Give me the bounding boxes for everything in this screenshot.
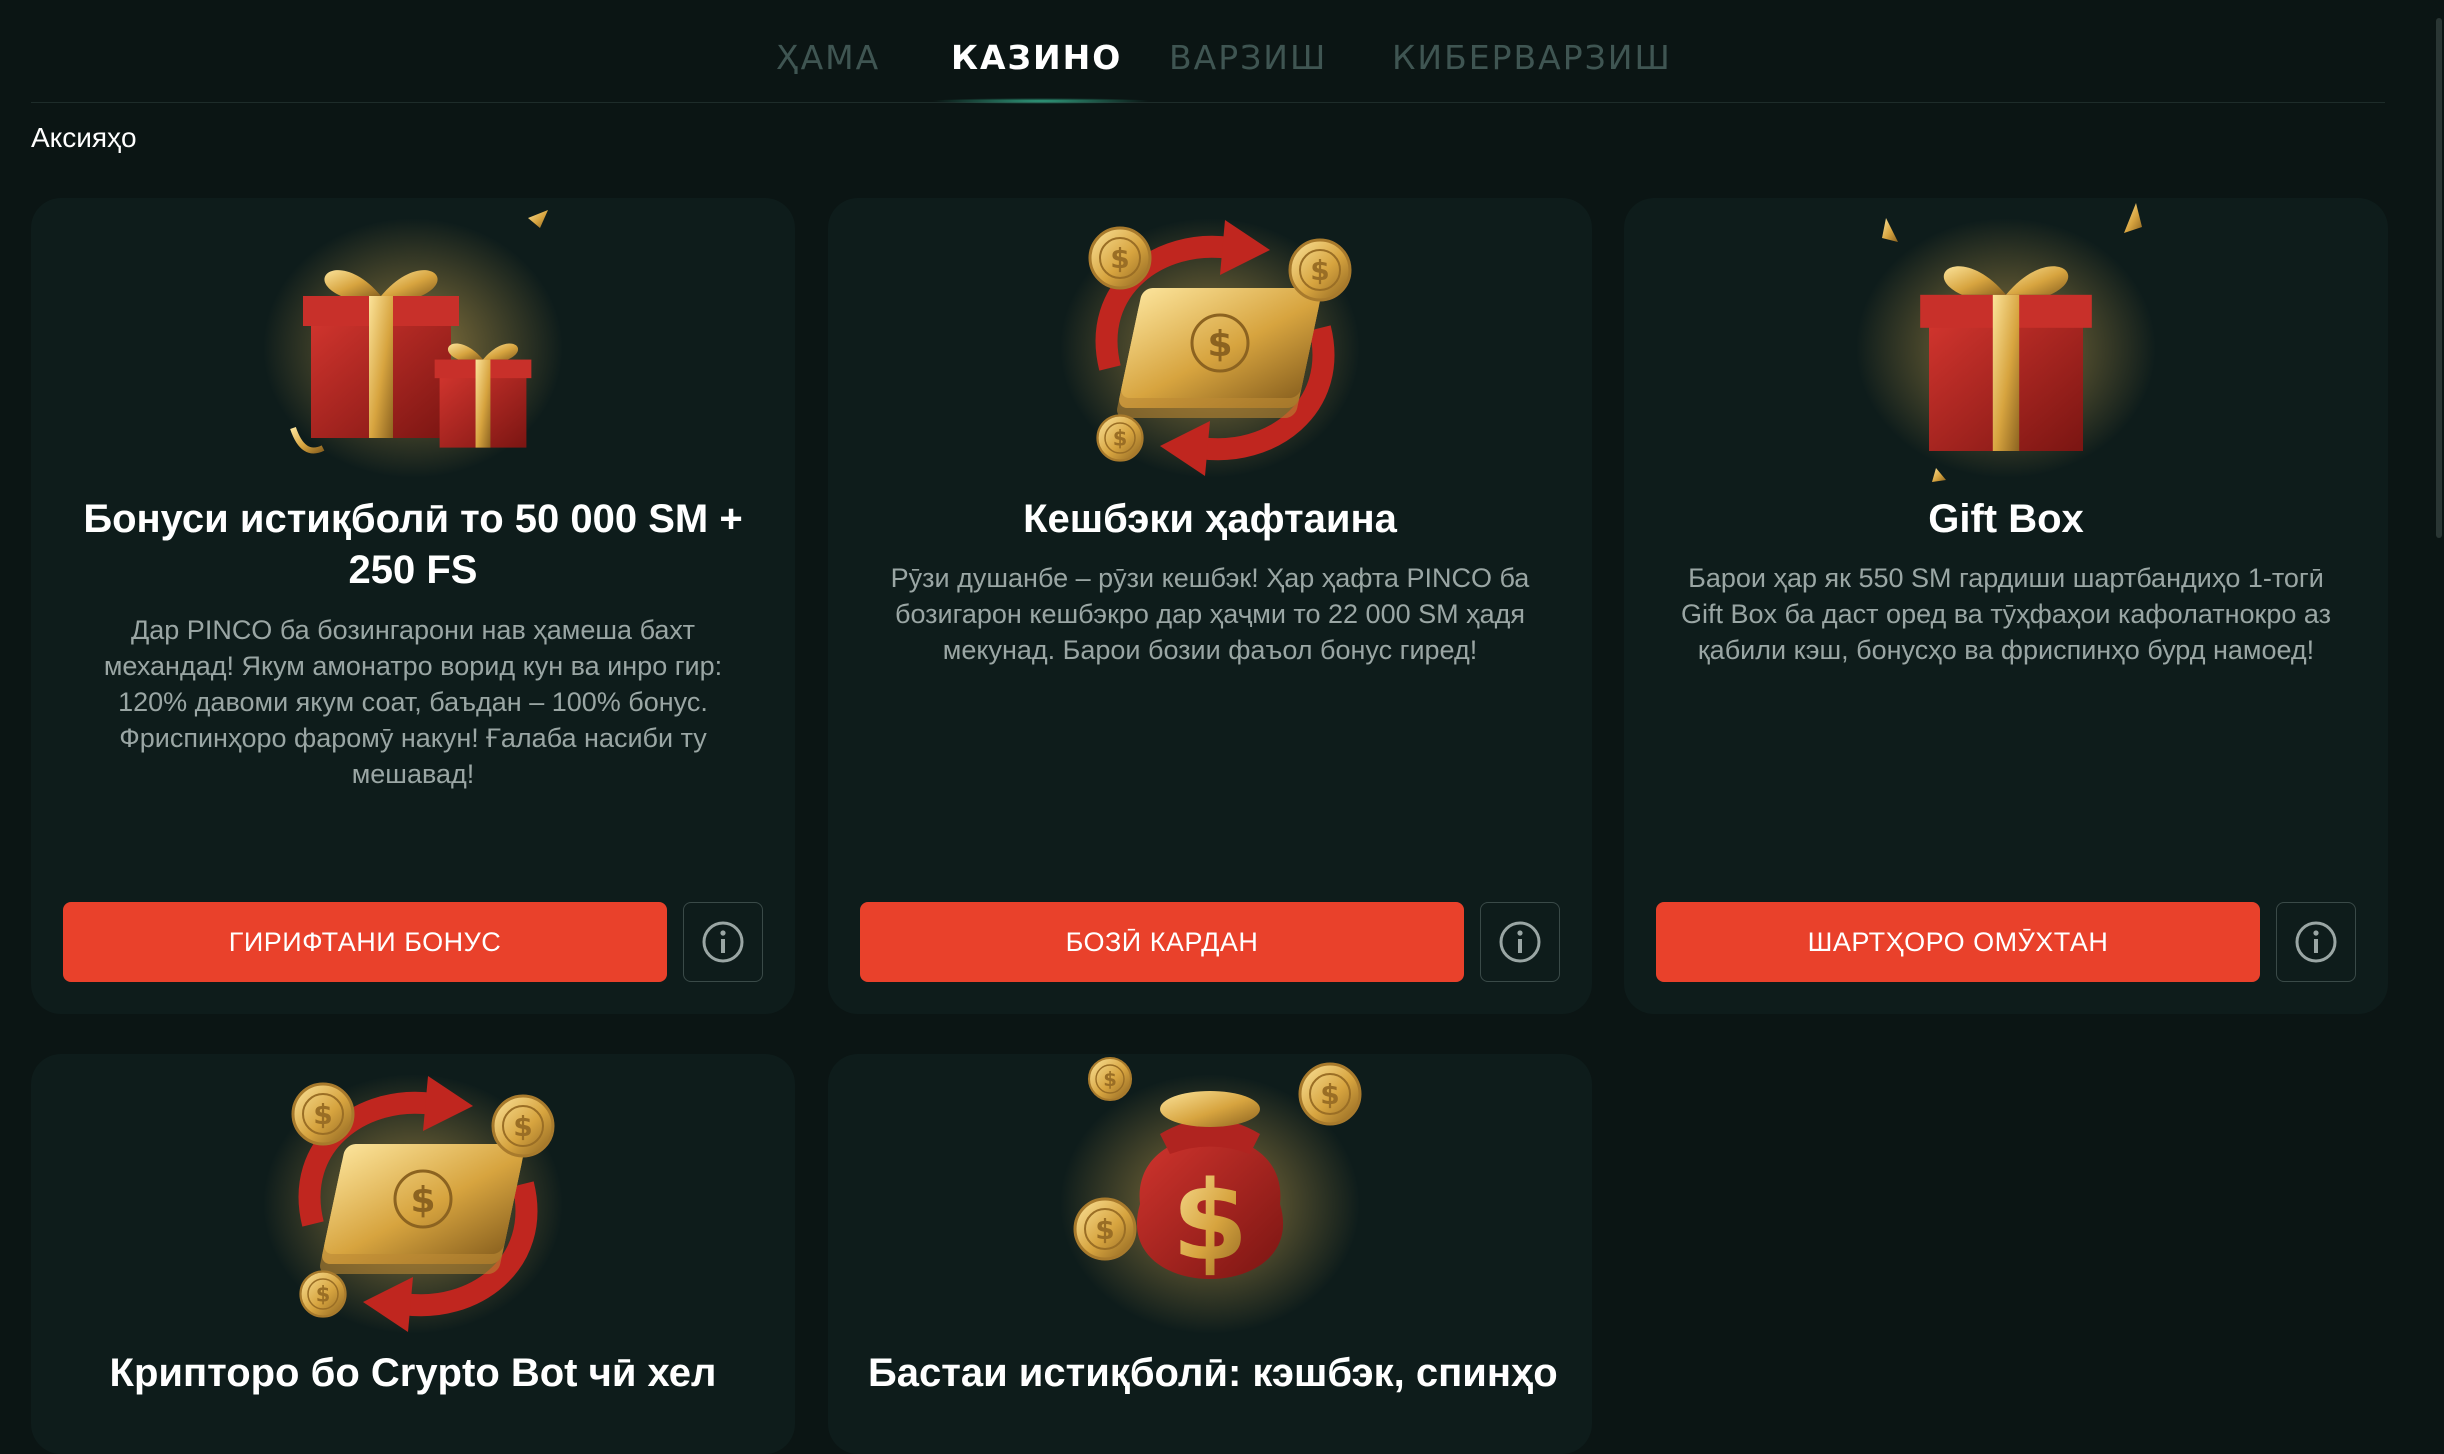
promo-description: Барои ҳар як 550 SM гардиши шартбандиҳо … [1681,563,2331,665]
info-button[interactable] [683,902,763,982]
promo-card: Кешбэки ҳафтаина Рӯзи душанбе – рӯзи кеш… [828,198,1592,1014]
promo-title: Кешбэки ҳафтаина [1023,497,1397,541]
gift-boxes-image [31,198,795,488]
promo-title: Бонуси истиқболӣ то 50 000 SM + 250 FS [83,497,743,592]
tab-casino[interactable]: КАЗИНО [951,38,1122,77]
money-cashback-image [31,1054,795,1344]
promo-title: Gift Box [1928,497,2084,541]
promo-card: Бонуси истиқболӣ то 50 000 SM + 250 FS Д… [31,198,795,1014]
promo-title: Крипторо бо Crypto Bot чӣ хел [109,1351,717,1395]
tab-all[interactable]: ҲАМА [776,38,880,77]
get-bonus-button[interactable]: ГИРИФТАНИ БОНУС [63,902,667,982]
tab-esports[interactable]: КИБЕРВАРЗИШ [1392,38,1672,77]
gift-box-image [1624,198,2388,488]
promo-card: Крипторо бо Crypto Bot чӣ хел [31,1054,795,1454]
promo-description: Рӯзи душанбе – рӯзи кешбэк! Ҳар ҳафта PI… [890,563,1530,665]
info-icon [702,921,744,963]
promo-card: Gift Box Барои ҳар як 550 SM гардиши шар… [1624,198,2388,1014]
svg-text:$: $ [1172,1157,1249,1285]
money-bag-image: $ [828,1054,1592,1344]
promo-title: Бастаи истиқболӣ: кэшбэк, спинҳо [868,1351,1558,1395]
learn-terms-button[interactable]: ШАРТҲОРО ОМӮХТАН [1656,902,2260,982]
play-button[interactable]: БОЗӢ КАРДАН [860,902,1464,982]
info-button[interactable] [1480,902,1560,982]
tab-sports[interactable]: ВАРЗИШ [1169,38,1327,77]
scrollbar[interactable] [2434,0,2444,1384]
scrollbar-thumb[interactable] [2436,18,2442,538]
section-title: Аксияҳо [31,122,137,153]
promo-card: $ Бастаи истиқболӣ: кэшбэк, спинҳо [828,1054,1592,1454]
active-tab-indicator [931,98,1151,104]
info-icon [1499,921,1541,963]
category-tabs: ҲАМА КАЗИНО ВАРЗИШ КИБЕРВАРЗИШ [31,0,2385,104]
money-cashback-image [828,198,1592,488]
info-icon [2295,921,2337,963]
promo-description: Дар PINCO ба бозингарони нав ҳамеша бахт… [103,615,723,789]
info-button[interactable] [2276,902,2356,982]
